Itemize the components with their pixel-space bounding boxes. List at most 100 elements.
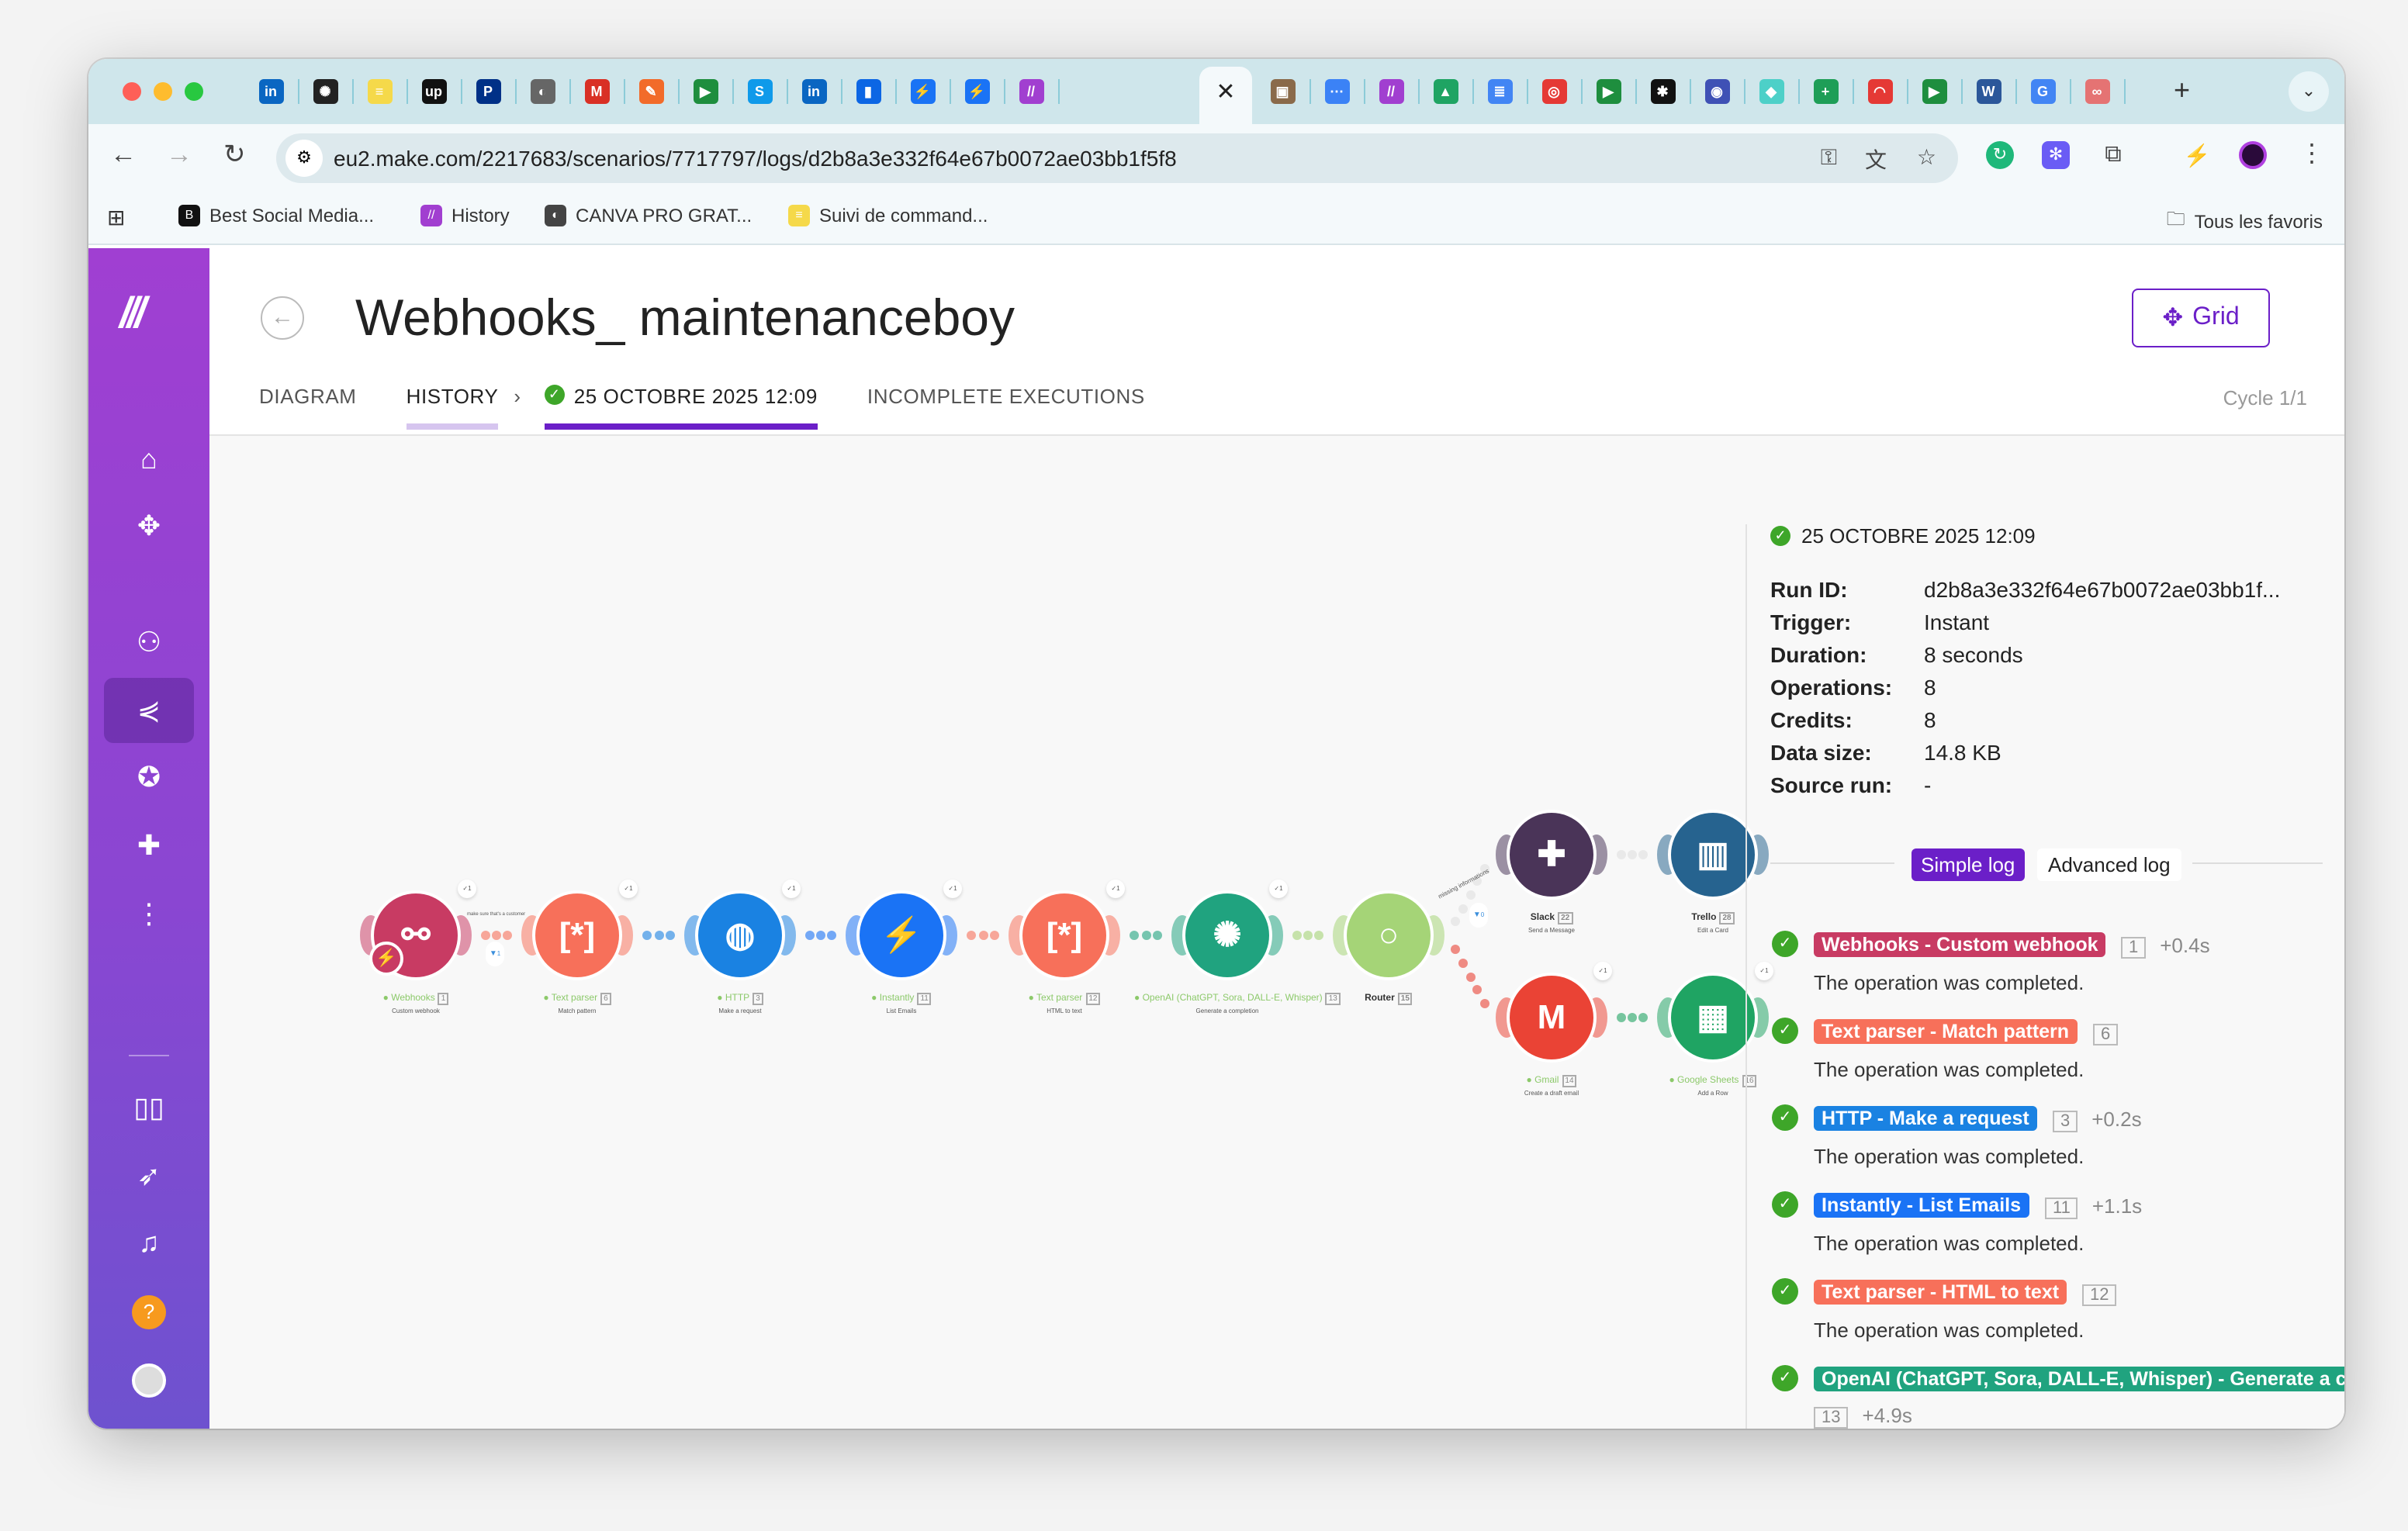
- tab-trello-icon[interactable]: ▮: [856, 79, 896, 104]
- reload-icon[interactable]: ↻: [223, 140, 246, 171]
- active-tab[interactable]: ✕: [1199, 67, 1252, 124]
- filter-icon[interactable]: ▼0: [1469, 903, 1488, 928]
- tab-diagram[interactable]: DIAGRAM: [259, 385, 357, 430]
- tab-openai-icon[interactable]: ✺: [313, 79, 353, 104]
- extensions-puzzle-icon[interactable]: ⧉: [2099, 141, 2127, 169]
- site-settings-icon[interactable]: ⚙: [285, 140, 323, 177]
- module-instantly-node[interactable]: ⚡: [860, 893, 943, 977]
- module-slack-node[interactable]: ✚: [1510, 813, 1593, 897]
- team-icon[interactable]: ⚇: [104, 610, 194, 675]
- user-avatar[interactable]: [104, 1348, 194, 1413]
- tab-canva-globe-icon[interactable]: ◐: [530, 79, 570, 104]
- tab-incomplete-executions[interactable]: INCOMPLETE EXECUTIONS: [867, 385, 1145, 430]
- tab-google-meet-icon[interactable]: ▶: [1922, 79, 1962, 104]
- bookmark-item[interactable]: // History: [420, 205, 510, 226]
- tab-instantly-icon[interactable]: ⚡: [910, 79, 950, 104]
- filter-label[interactable]: missing informations: [1437, 866, 1490, 900]
- operations-count-bubble[interactable]: ✓1: [1106, 880, 1125, 898]
- browser-menu-icon[interactable]: ⋮: [2298, 141, 2326, 169]
- module-badge[interactable]: Text parser - HTML to text: [1814, 1280, 2067, 1305]
- advanced-log-button[interactable]: Advanced log: [2037, 848, 2181, 881]
- minimize-window-button[interactable]: [154, 82, 172, 101]
- bookmark-item[interactable]: ◐ CANVA PRO GRAT...: [545, 205, 752, 226]
- tab-history[interactable]: HISTORY: [406, 385, 500, 430]
- new-tab-button[interactable]: +: [2174, 74, 2190, 107]
- scenario-diagram[interactable]: ⚯ ⚡ ● Webhooks 1 Custom webhook ✓1 [*] ● Text p…: [209, 436, 1773, 1429]
- tab-blue-ring-icon[interactable]: ◉: [1704, 79, 1745, 104]
- tab-red-app-icon[interactable]: ◎: [1541, 79, 1582, 104]
- maximize-window-button[interactable]: [185, 82, 203, 101]
- module-gmail-node[interactable]: M: [1510, 976, 1593, 1059]
- close-tab-icon[interactable]: ✕: [1216, 79, 1235, 105]
- grid-button[interactable]: ✥ Grid: [2132, 289, 2270, 347]
- operations-count-bubble[interactable]: ✓1: [1593, 962, 1612, 980]
- tab-google-icon[interactable]: G: [2030, 79, 2071, 104]
- module-badge[interactable]: Instantly - List Emails: [1814, 1193, 2029, 1218]
- filter-label[interactable]: make sure that's a customer: [467, 911, 525, 917]
- module-badge[interactable]: Webhooks - Custom webhook: [1814, 932, 2106, 957]
- module-badge[interactable]: HTTP - Make a request: [1814, 1106, 2037, 1131]
- operations-count-bubble[interactable]: ✓1: [619, 880, 638, 898]
- tab-make-icon[interactable]: //: [1019, 79, 1059, 104]
- tab-search-button[interactable]: ⌄: [2289, 71, 2329, 112]
- rocket-icon[interactable]: ➶: [104, 1143, 194, 1208]
- filter-icon[interactable]: ▼1: [486, 942, 504, 966]
- simple-log-button[interactable]: Simple log: [1912, 848, 2025, 881]
- all-bookmarks-folder[interactable]: 🗀 Tous les favoris: [2167, 205, 2323, 237]
- module-trello-node[interactable]: ▥: [1671, 813, 1755, 897]
- ai-agents-icon[interactable]: ✪: [104, 745, 194, 810]
- performance-icon[interactable]: ⚡: [2183, 141, 2211, 169]
- tab-dots-icon[interactable]: ⋯: [1324, 79, 1365, 104]
- tab-google-docs-icon[interactable]: ≣: [1487, 79, 1527, 104]
- url-text[interactable]: eu2.make.com/2217683/scenarios/7717797/l…: [334, 146, 1177, 171]
- apps-grid-icon[interactable]: ⊞: [107, 205, 125, 231]
- tab-photo-icon[interactable]: ▣: [1270, 79, 1310, 104]
- tab-google-meet-icon[interactable]: ▶: [693, 79, 733, 104]
- module-router-node[interactable]: ○: [1347, 893, 1431, 977]
- module-openai-chatgpt-sora-dall-e-whisper--node[interactable]: ✺: [1185, 893, 1269, 977]
- tab-paypal-icon[interactable]: P: [476, 79, 516, 104]
- profile-avatar[interactable]: [2239, 141, 2267, 169]
- operations-count-bubble[interactable]: ✓1: [1269, 880, 1288, 898]
- translate-icon[interactable]: 文: [1865, 144, 1887, 175]
- module-http-node[interactable]: ◍: [698, 893, 782, 977]
- docs-book-icon[interactable]: ▯▯: [104, 1075, 194, 1140]
- tab-google-drive-icon[interactable]: ▲: [1433, 79, 1473, 104]
- tab-upwork-icon[interactable]: up: [421, 79, 462, 104]
- module-text-parser-node[interactable]: [*]: [535, 893, 619, 977]
- forward-icon[interactable]: →: [166, 140, 192, 171]
- tab-google-sheets-icon[interactable]: +: [1813, 79, 1853, 104]
- apps-puzzle-icon[interactable]: ✚: [104, 813, 194, 878]
- back-arrow-button[interactable]: ←: [261, 296, 304, 340]
- module-badge[interactable]: OpenAI (ChatGPT, Sora, DALL-E, Whisper) …: [1814, 1367, 2344, 1391]
- tab-linkedin-icon[interactable]: in: [258, 79, 299, 104]
- operations-count-bubble[interactable]: ✓1: [782, 880, 801, 898]
- tab-gem-icon[interactable]: ◆: [1759, 79, 1799, 104]
- tab-gmail-icon[interactable]: M: [584, 79, 624, 104]
- tab-run[interactable]: ✓ 25 OCTOBRE 2025 12:09: [544, 385, 818, 430]
- tab-linkedin-icon[interactable]: in: [801, 79, 842, 104]
- notifications-bell-icon[interactable]: ♫: [104, 1210, 194, 1275]
- bookmark-item[interactable]: B Best Social Media...: [178, 205, 374, 226]
- more-icon[interactable]: ⋮: [104, 881, 194, 946]
- operations-count-bubble[interactable]: ✓1: [943, 880, 962, 898]
- extension-purple-icon[interactable]: ✻: [2042, 141, 2070, 169]
- close-window-button[interactable]: [123, 82, 141, 101]
- tab-skype-icon[interactable]: S: [747, 79, 787, 104]
- home-icon[interactable]: ⌂: [104, 427, 194, 492]
- back-icon[interactable]: ←: [110, 140, 137, 171]
- bookmark-star-icon[interactable]: ☆: [1917, 144, 1936, 171]
- module-badge[interactable]: Text parser - Match pattern: [1814, 1019, 2078, 1044]
- tab-instantly-icon[interactable]: ⚡: [964, 79, 1005, 104]
- share-connections-icon[interactable]: ⋞: [104, 678, 194, 743]
- extension-green-icon[interactable]: ↻: [1986, 141, 2014, 169]
- tab-asterisk-icon[interactable]: ✱: [1650, 79, 1690, 104]
- tab-flow-icon[interactable]: ∞: [2085, 79, 2125, 104]
- help-icon[interactable]: ?: [104, 1280, 194, 1345]
- tab-google-meet-icon[interactable]: ▶: [1596, 79, 1636, 104]
- password-key-icon[interactable]: ⚿: [1821, 144, 1837, 171]
- module-google-sheets-node[interactable]: ▦: [1671, 976, 1755, 1059]
- make-logo[interactable]: ///: [119, 289, 147, 338]
- scenarios-icon[interactable]: ✥: [104, 493, 194, 558]
- bookmark-item[interactable]: ≡ Suivi de command...: [788, 205, 988, 226]
